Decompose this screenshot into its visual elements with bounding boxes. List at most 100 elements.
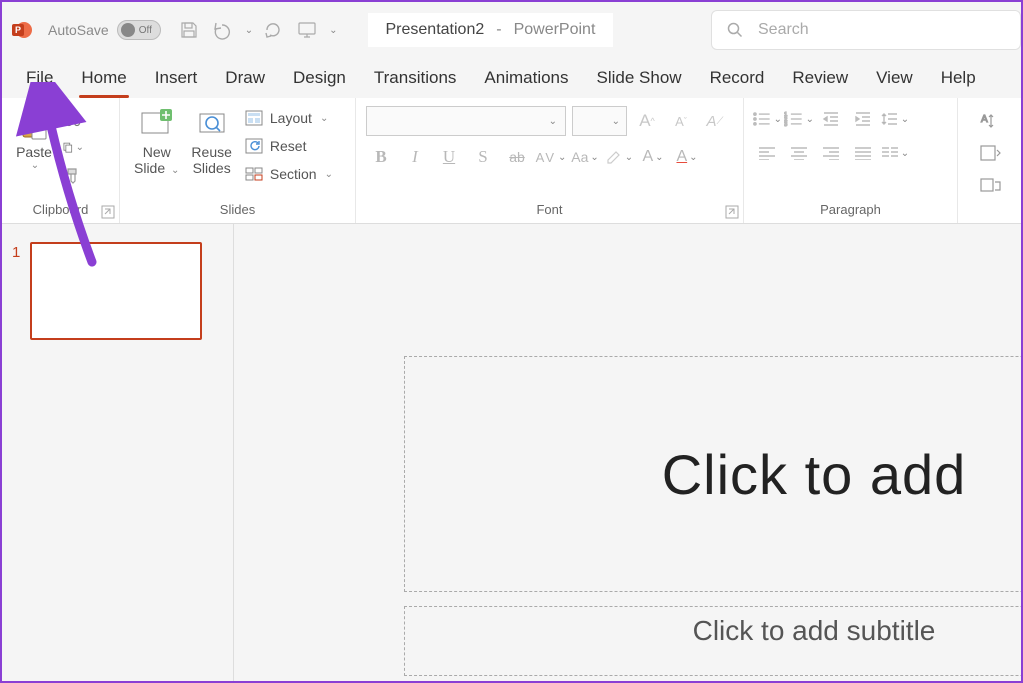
increase-indent-button[interactable] (848, 104, 878, 134)
italic-button[interactable]: I (400, 142, 430, 172)
align-center-button[interactable] (784, 138, 814, 168)
reset-label: Reset (270, 138, 307, 154)
document-name: Presentation2 (386, 21, 485, 39)
section-button[interactable]: Section⌄ (240, 162, 337, 186)
subtitle-placeholder-text: Click to add subtitle (693, 615, 936, 647)
tab-animations[interactable]: Animations (470, 60, 582, 98)
window-title: Presentation2 - PowerPoint (368, 13, 614, 47)
section-icon (244, 164, 264, 184)
tab-record[interactable]: Record (696, 60, 779, 98)
new-slide-icon (139, 106, 175, 142)
layout-button[interactable]: Layout⌄ (240, 106, 337, 130)
bold-button[interactable]: B (366, 142, 396, 172)
align-right-button[interactable] (816, 138, 846, 168)
numbering-button[interactable]: 123⌄ (784, 104, 814, 134)
reset-button[interactable]: Reset (240, 134, 337, 158)
slide-thumbnail-1[interactable] (30, 242, 202, 340)
tab-home[interactable]: Home (67, 60, 140, 98)
tab-view[interactable]: View (862, 60, 927, 98)
paste-chevron: ⌄ (31, 160, 39, 171)
font-size-select[interactable]: ⌄ (572, 106, 627, 136)
autosave[interactable]: AutoSave Off (48, 20, 161, 40)
tab-draw[interactable]: Draw (211, 60, 279, 98)
tab-slide-show[interactable]: Slide Show (583, 60, 696, 98)
autosave-state: Off (139, 25, 152, 36)
tab-help[interactable]: Help (927, 60, 990, 98)
app-name: PowerPoint (514, 21, 596, 39)
slide-canvas[interactable]: Click to add Click to add subtitle (234, 224, 1021, 681)
justify-button[interactable] (848, 138, 878, 168)
decrease-indent-button[interactable] (816, 104, 846, 134)
autosave-toggle[interactable]: Off (117, 20, 161, 40)
title-placeholder[interactable]: Click to add (404, 356, 1021, 592)
shadow-button[interactable]: S (468, 142, 498, 172)
section-label: Section (270, 166, 317, 182)
group-font: ⌄ ⌄ A^ Aˇ A⟋ B I U S ab AV⌄ Aa⌄ ⌄ A⌄ A⌄ … (356, 98, 744, 223)
strike-button[interactable]: ab (502, 142, 532, 172)
undo-chevron[interactable]: ⌄ (245, 25, 253, 36)
cut-icon[interactable] (62, 108, 84, 130)
tab-review[interactable]: Review (778, 60, 862, 98)
clipboard-launcher-icon[interactable] (101, 205, 115, 219)
paste-label: Paste (16, 144, 52, 160)
slide: Click to add Click to add subtitle (404, 356, 1021, 676)
search-icon (726, 21, 744, 39)
font-name-select[interactable]: ⌄ (366, 106, 566, 136)
columns-button[interactable]: ⌄ (880, 138, 910, 168)
tab-insert[interactable]: Insert (141, 60, 212, 98)
font-fill-button[interactable]: A⌄ (672, 142, 702, 172)
copy-icon[interactable]: ⌄ (62, 136, 84, 158)
autosave-label: AutoSave (48, 22, 109, 38)
grow-font-button[interactable]: A^ (633, 107, 661, 135)
toggle-knob (121, 23, 135, 37)
font-launcher-icon[interactable] (725, 205, 739, 219)
thumb-index: 1 (12, 242, 20, 340)
redo-icon[interactable] (259, 16, 287, 44)
paste-icon (16, 106, 52, 142)
align-text-button[interactable] (977, 142, 1003, 164)
thumbnail-row: 1 (12, 242, 223, 340)
format-painter-icon[interactable] (62, 164, 84, 186)
search-box[interactable] (711, 10, 1021, 50)
group-paragraph: ⌄ 123⌄ ⌄ ⌄ Paragraph (744, 98, 958, 223)
bullets-button[interactable]: ⌄ (752, 104, 782, 134)
workspace: 1 Click to add Click to add subtitle (2, 224, 1021, 681)
shrink-font-button[interactable]: Aˇ (667, 107, 695, 135)
group-slides: New Slide ⌄ Reuse Slides Layout⌄ Reset (120, 98, 356, 223)
tab-file[interactable]: File (12, 60, 67, 98)
reuse-slides-button[interactable]: Reuse Slides (185, 102, 237, 176)
reuse-l2: Slides (193, 160, 231, 176)
clear-format-button[interactable]: A⟋ (701, 107, 729, 135)
new-slide-button[interactable]: New Slide ⌄ (128, 102, 185, 176)
clipboard-label: Clipboard (10, 200, 111, 221)
font-group-label: Font (364, 200, 735, 221)
change-case-button[interactable]: Aa⌄ (570, 142, 600, 172)
underline-button[interactable]: U (434, 142, 464, 172)
ribbon: Paste ⌄ ⌄ Clipboard New Slide ⌄ Reuse Sl… (2, 98, 1021, 224)
font-color-button[interactable]: A⌄ (638, 142, 668, 172)
paragraph-group-label: Paragraph (752, 200, 949, 221)
quick-access-toolbar: ⌄ ⌄ (175, 16, 338, 44)
titlebar: P AutoSave Off ⌄ ⌄ Presentation2 - Power… (2, 2, 1021, 58)
search-input[interactable] (758, 21, 1006, 39)
paste-button[interactable]: Paste ⌄ (10, 102, 58, 171)
undo-icon[interactable] (209, 16, 237, 44)
thumbnail-pane[interactable]: 1 (2, 224, 234, 681)
slideshow-icon[interactable] (293, 16, 321, 44)
app-icon: P (2, 19, 42, 41)
text-direction-button[interactable]: A (977, 110, 1003, 132)
save-icon[interactable] (175, 16, 203, 44)
qat-more-chevron[interactable]: ⌄ (329, 25, 337, 36)
line-spacing-button[interactable]: ⌄ (880, 104, 910, 134)
highlight-button[interactable]: ⌄ (604, 142, 634, 172)
tab-design[interactable]: Design (279, 60, 360, 98)
tab-transitions[interactable]: Transitions (360, 60, 471, 98)
char-spacing-button[interactable]: AV⌄ (536, 142, 566, 172)
align-left-button[interactable] (752, 138, 782, 168)
smartart-button[interactable] (977, 174, 1003, 196)
slides-group-label: Slides (128, 200, 347, 221)
title-separator: - (496, 21, 501, 39)
group-editing: A (958, 98, 1021, 223)
subtitle-placeholder[interactable]: Click to add subtitle (404, 606, 1021, 676)
svg-text:P: P (15, 25, 21, 35)
